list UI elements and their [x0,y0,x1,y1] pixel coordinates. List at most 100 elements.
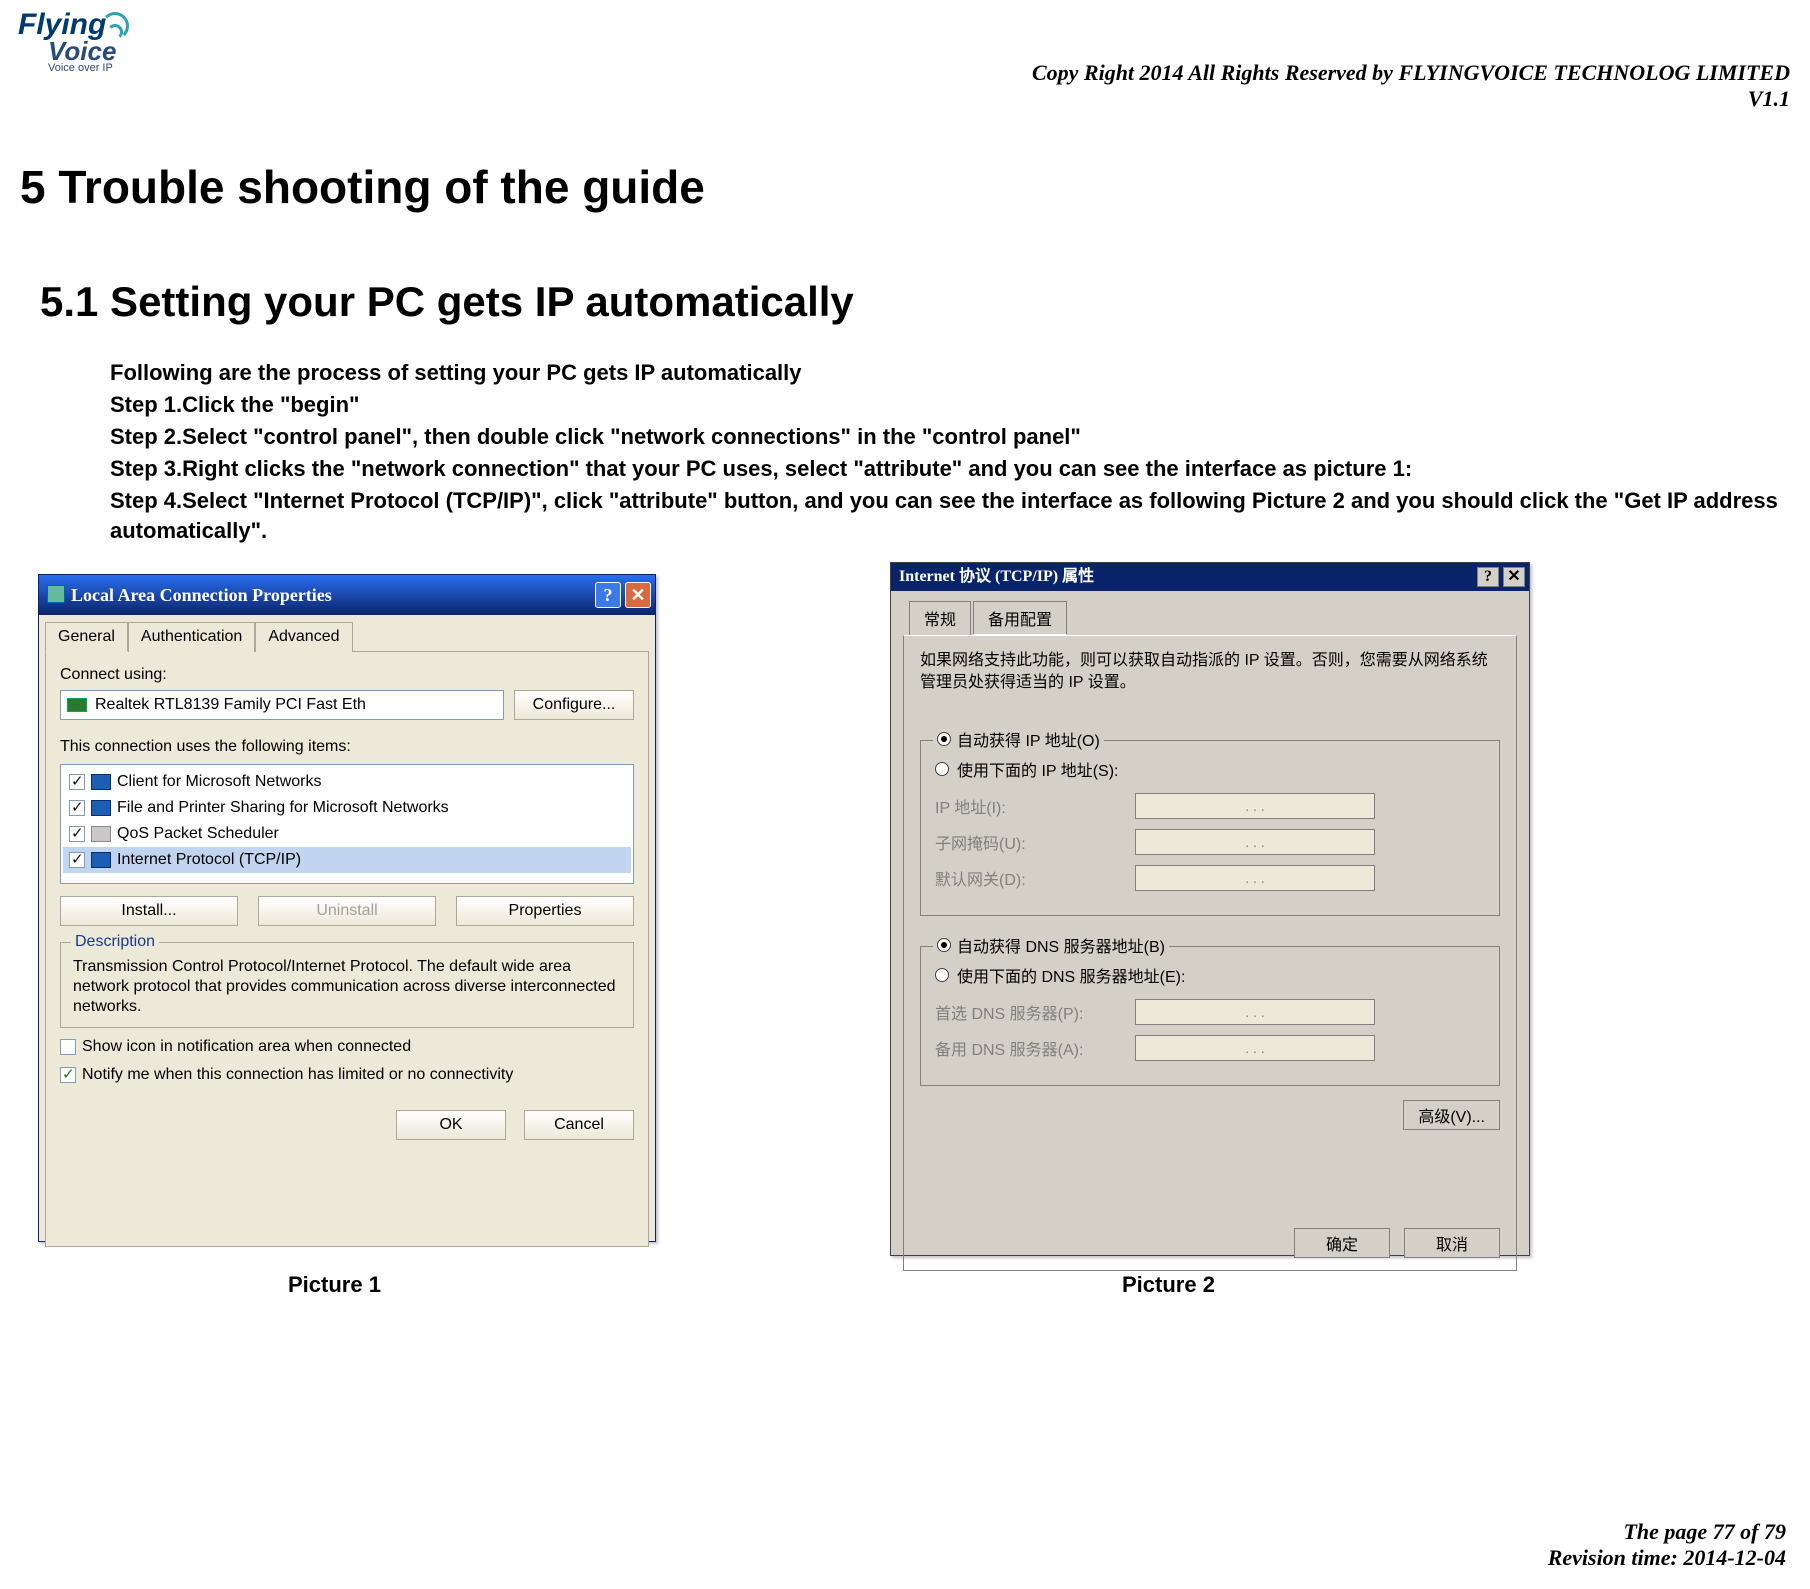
manual-ip-radio-row[interactable]: 使用下面的 IP 地址(S): [935,757,1485,781]
checkbox-icon[interactable] [60,1067,76,1083]
list-item-label: Internet Protocol (TCP/IP) [117,851,631,869]
step-1: Step 1.Click the "begin" [110,390,1810,420]
list-item[interactable]: QoS Packet Scheduler [63,821,631,847]
logo-sub: Voice over IP [48,62,113,74]
help-button[interactable]: ? [595,582,621,608]
cancel-button-cn[interactable]: 取消 [1404,1228,1500,1258]
ip-address-row: IP 地址(I): . . . [935,793,1485,819]
steps-block: Following are the process of setting you… [110,358,1810,548]
auto-dns-label: 自动获得 DNS 服务器地址(B) [957,933,1165,957]
primary-dns-row: 首选 DNS 服务器(P): . . . [935,999,1485,1025]
step-4: Step 4.Select "Internet Protocol (TCP/IP… [110,486,1810,546]
notify-row[interactable]: Notify me when this connection has limit… [60,1066,634,1084]
gateway-label: 默认网关(D): [935,866,1135,890]
description-text: Transmission Control Protocol/Internet P… [73,957,621,1017]
advanced-button[interactable]: 高级(V)... [1403,1100,1500,1130]
auto-dns-radio-row[interactable]: 自动获得 DNS 服务器地址(B) [933,933,1169,957]
alt-dns-field: . . . [1135,1035,1375,1061]
show-icon-row[interactable]: Show icon in notification area when conn… [60,1038,634,1056]
list-item[interactable]: File and Printer Sharing for Microsoft N… [63,795,631,821]
flyingvoice-logo: Flying Voice Voice over IP [18,8,138,78]
list-item-label: QoS Packet Scheduler [117,825,631,843]
configure-button[interactable]: Configure... [514,690,634,720]
local-area-connection-properties-window: Local Area Connection Properties ? ✕ Gen… [38,574,656,1242]
radio-icon[interactable] [937,732,951,746]
connect-using-label: Connect using: [60,666,634,684]
adapter-field[interactable]: Realtek RTL8139 Family PCI Fast Eth [60,690,504,720]
ok-button-cn[interactable]: 确定 [1294,1228,1390,1258]
auto-ip-label: 自动获得 IP 地址(O) [957,727,1100,751]
tab-authentication[interactable]: Authentication [128,622,255,652]
page-title-h1: 5 Trouble shooting of the guide [20,160,705,214]
picture1-caption: Picture 1 [288,1272,381,1298]
primary-dns-field: . . . [1135,999,1375,1025]
gateway-field: . . . [1135,865,1375,891]
win2-titlebar[interactable]: Internet 协议 (TCP/IP) 属性 ? ✕ [891,563,1529,591]
radio-icon[interactable] [935,762,949,776]
dns-group: 自动获得 DNS 服务器地址(B) 使用下面的 DNS 服务器地址(E): 首选… [920,946,1500,1086]
client-icon [91,774,111,790]
tab-alternative-cn[interactable]: 备用配置 [973,601,1067,635]
alt-dns-row: 备用 DNS 服务器(A): . . . [935,1035,1485,1061]
subnet-field: . . . [1135,829,1375,855]
network-icon [47,585,65,603]
show-icon-label: Show icon in notification area when conn… [82,1038,411,1056]
checkbox-icon[interactable] [69,852,85,868]
win1-tabstrip: General Authentication Advanced [45,621,655,651]
steps-intro: Following are the process of setting you… [110,358,1810,388]
tab-general[interactable]: General [45,622,128,652]
section-title-h2: 5.1 Setting your PC gets IP automaticall… [40,278,854,326]
manual-dns-radio-row[interactable]: 使用下面的 DNS 服务器地址(E): [935,963,1485,987]
header-right: Copy Right 2014 All Rights Reserved by F… [1032,60,1790,112]
tcpip-icon [91,852,111,868]
cancel-button[interactable]: Cancel [524,1110,634,1140]
alt-dns-label: 备用 DNS 服务器(A): [935,1036,1135,1060]
primary-dns-label: 首选 DNS 服务器(P): [935,1000,1135,1024]
fileprint-icon [91,800,111,816]
auto-ip-radio-row[interactable]: 自动获得 IP 地址(O) [933,727,1104,751]
properties-button[interactable]: Properties [456,896,634,926]
gateway-row: 默认网关(D): . . . [935,865,1485,891]
tab-general-cn[interactable]: 常规 [909,601,971,635]
radio-icon[interactable] [937,938,951,952]
help-button[interactable]: ? [1477,567,1499,587]
list-item[interactable]: Client for Microsoft Networks [63,769,631,795]
tcpip-properties-window: Internet 协议 (TCP/IP) 属性 ? ✕ 常规 备用配置 如果网络… [890,562,1530,1256]
checkbox-icon[interactable] [69,826,85,842]
list-item-label: File and Printer Sharing for Microsoft N… [117,799,631,817]
list-item-label: Client for Microsoft Networks [117,773,631,791]
close-button[interactable]: ✕ [625,582,651,608]
connection-items-list[interactable]: Client for Microsoft Networks File and P… [60,764,634,884]
win1-titlebar[interactable]: Local Area Connection Properties ? ✕ [39,575,655,615]
win2-title-text: Internet 协议 (TCP/IP) 属性 [899,563,1094,591]
checkbox-icon[interactable] [69,774,85,790]
win2-panel: 如果网络支持此功能，则可以获取自动指派的 IP 设置。否则，您需要从网络系统管理… [903,635,1517,1271]
ok-button[interactable]: OK [396,1110,506,1140]
ip-address-label: IP 地址(I): [935,794,1135,818]
description-group: Description Transmission Control Protoco… [60,942,634,1028]
checkbox-icon[interactable] [69,800,85,816]
subnet-label: 子网掩码(U): [935,830,1135,854]
adapter-name: Realtek RTL8139 Family PCI Fast Eth [95,696,366,714]
close-button[interactable]: ✕ [1503,567,1525,587]
page-footer: The page 77 of 79 Revision time: 2014-12… [1548,1519,1786,1571]
radio-icon[interactable] [935,968,949,982]
ip-group: 自动获得 IP 地址(O) 使用下面的 IP 地址(S): IP 地址(I): … [920,740,1500,916]
checkbox-icon[interactable] [60,1039,76,1055]
win1-panel: Connect using: Realtek RTL8139 Family PC… [45,651,649,1247]
install-button[interactable]: Install... [60,896,238,926]
info-text: 如果网络支持此功能，则可以获取自动指派的 IP 设置。否则，您需要从网络系统管理… [920,650,1500,694]
adapter-icon [67,698,87,712]
tab-advanced[interactable]: Advanced [255,622,352,652]
win1-title-text: Local Area Connection Properties [71,575,332,615]
revision-date: Revision time: 2014-12-04 [1548,1545,1786,1571]
ip-address-field: . . . [1135,793,1375,819]
win2-tabstrip: 常规 备用配置 [909,601,1529,635]
notify-label: Notify me when this connection has limit… [82,1066,513,1084]
uninstall-button: Uninstall [258,896,436,926]
picture2-caption: Picture 2 [1122,1272,1215,1298]
list-item-tcpip[interactable]: Internet Protocol (TCP/IP) [63,847,631,873]
copyright-line: Copy Right 2014 All Rights Reserved by F… [1032,60,1790,86]
items-label: This connection uses the following items… [60,738,634,756]
page-number: The page 77 of 79 [1548,1519,1786,1545]
